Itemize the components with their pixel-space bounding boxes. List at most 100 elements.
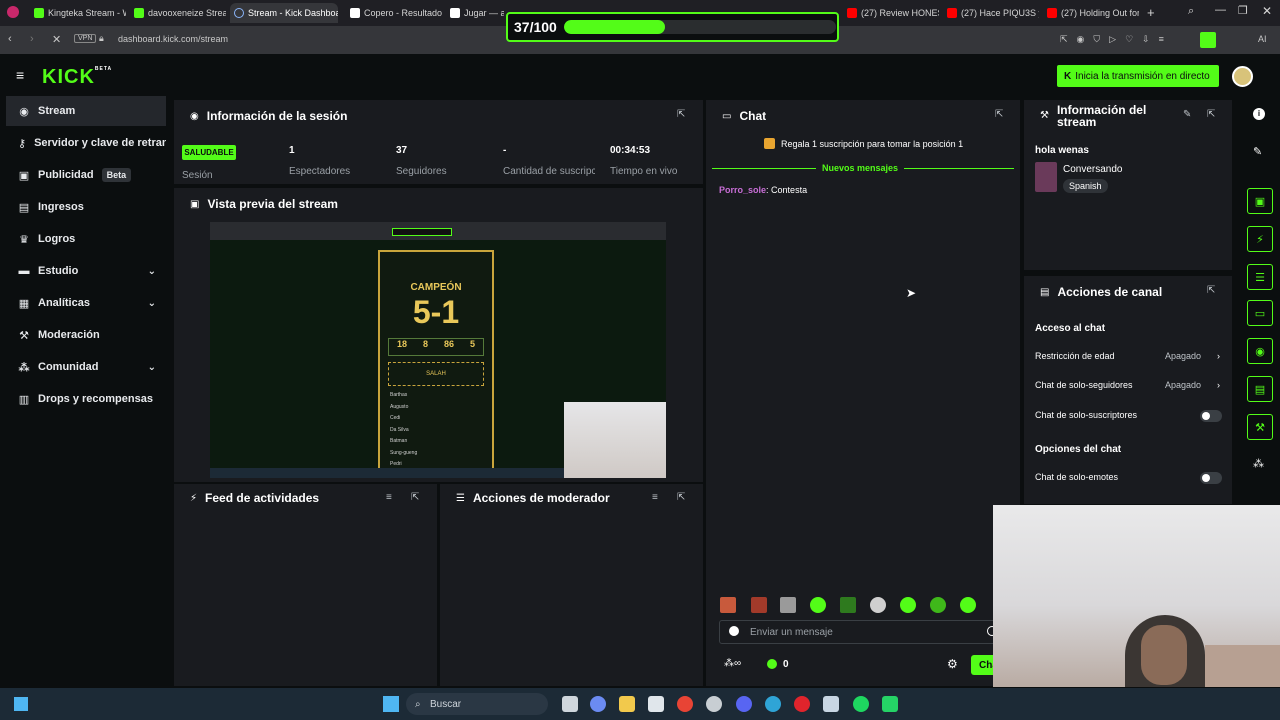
- browser-tab[interactable]: davooxeneize Stream: [130, 3, 226, 23]
- toolbar-users-icon[interactable]: ⁂: [1253, 457, 1264, 470]
- popout-icon[interactable]: ⇱: [1207, 285, 1215, 296]
- emote-icon[interactable]: [960, 597, 976, 613]
- wrench-icon: ⚒: [19, 329, 29, 342]
- opera-icon[interactable]: [794, 696, 810, 712]
- extension-icons[interactable]: ⇱◉⛉▷♡⇩≡: [1060, 34, 1173, 45]
- sidebar-item-drops[interactable]: ▥ Drops y recompensas: [6, 384, 166, 414]
- url-field[interactable]: dashboard.kick.com/stream: [118, 34, 228, 44]
- emote-icon[interactable]: [780, 597, 796, 613]
- windows-icon[interactable]: [14, 697, 28, 711]
- server-icon: ▤: [1040, 286, 1050, 298]
- copilot-icon[interactable]: [590, 696, 606, 712]
- emote-icon[interactable]: [840, 597, 856, 613]
- broadcast-icon: ◉: [190, 110, 199, 122]
- emote-icon[interactable]: [930, 597, 946, 613]
- toolbar-list-button[interactable]: ☰: [1247, 264, 1273, 290]
- bolt-icon: ⚡︎: [190, 492, 198, 504]
- popout-icon[interactable]: ⇱: [677, 492, 685, 503]
- edit-icon[interactable]: ✎: [1183, 109, 1191, 120]
- info-icon[interactable]: i: [1253, 108, 1265, 120]
- browser-tab[interactable]: (27) Holding Out for a: [1043, 3, 1139, 23]
- sidebar-item-achievements[interactable]: ♛ Logros: [6, 224, 166, 254]
- close-icon[interactable]: ✕: [1262, 4, 1272, 18]
- preview-taskbar: [210, 468, 564, 478]
- minimize-icon[interactable]: —: [1215, 4, 1226, 16]
- toolbar-server-button[interactable]: ▤: [1247, 376, 1273, 402]
- toolbar-wrench-button[interactable]: ⚒: [1247, 414, 1273, 440]
- sidebar-item-analytics[interactable]: ▦ Analíticas ⌄: [6, 288, 166, 318]
- kick-extension-icon[interactable]: [1200, 32, 1216, 48]
- start-icon[interactable]: [383, 696, 399, 712]
- avatar[interactable]: [1232, 66, 1253, 87]
- ai-label[interactable]: AI: [1258, 34, 1267, 44]
- users-icon[interactable]: ⁂∞: [724, 658, 741, 669]
- store-icon[interactable]: [648, 696, 664, 712]
- go-live-button[interactable]: K Inicia la transmisión en directo: [1057, 65, 1219, 87]
- toolbar-chat-button[interactable]: ▭: [1247, 300, 1273, 326]
- emote-icon[interactable]: [870, 597, 886, 613]
- toolbar-video-button[interactable]: ▣: [1247, 188, 1273, 214]
- chrome-icon[interactable]: [677, 696, 693, 712]
- discord-icon[interactable]: [736, 696, 752, 712]
- filter-icon[interactable]: ≡: [652, 492, 658, 503]
- lock-icon: 🔒︎: [99, 33, 104, 43]
- filter-icon[interactable]: ≡: [386, 492, 392, 503]
- search-icon[interactable]: ⌕: [1188, 5, 1194, 18]
- age-restriction-row[interactable]: Restricción de edad Apagado ›: [1035, 351, 1222, 361]
- browser-tab[interactable]: (27) Hace PIQU3S y: [943, 3, 1039, 23]
- file-explorer-icon[interactable]: [619, 696, 635, 712]
- sidebar-item-server-key[interactable]: ⚷Servidor y clave de retransmisión: [6, 128, 166, 158]
- edge-icon[interactable]: [765, 696, 781, 712]
- chat-input[interactable]: Enviar un mensaje: [719, 620, 1001, 644]
- forward-icon[interactable]: ›: [30, 33, 34, 45]
- emote-icon[interactable]: [751, 597, 767, 613]
- new-tab-icon[interactable]: +: [1147, 5, 1155, 20]
- chat-access-heading: Acceso al chat: [1035, 323, 1106, 334]
- maximize-icon[interactable]: ❐: [1238, 4, 1248, 17]
- sidebar-item-stream[interactable]: ◉ Stream: [6, 96, 166, 126]
- emotes-only-toggle[interactable]: [1200, 472, 1222, 484]
- emote-icon[interactable]: [720, 597, 736, 613]
- gift-banner[interactable]: Regala 1 suscripción para tomar la posic…: [764, 138, 963, 149]
- popout-icon[interactable]: ⇱: [995, 109, 1003, 120]
- popout-icon[interactable]: ⇱: [677, 109, 685, 120]
- chat-settings-icon[interactable]: ⚙: [947, 657, 958, 671]
- browser-tab-active[interactable]: Stream - Kick Dashboard: [230, 3, 338, 23]
- subscribers-only-toggle[interactable]: [1200, 410, 1222, 422]
- browser-logo-icon[interactable]: [7, 6, 19, 18]
- taskbar-search[interactable]: ⌕ Buscar: [406, 693, 548, 715]
- sidebar-item-studio[interactable]: ▬ Estudio ⌄: [6, 256, 166, 286]
- popout-icon[interactable]: ⇱: [411, 492, 419, 503]
- task-view-icon[interactable]: [562, 696, 578, 712]
- xbox-icon[interactable]: [706, 696, 722, 712]
- sidebar-item-community[interactable]: ⁂ Comunidad ⌄: [6, 352, 166, 382]
- toolbar-broadcast-button[interactable]: ◉: [1247, 338, 1273, 364]
- vpn-badge[interactable]: VPN: [74, 34, 97, 43]
- menu-icon[interactable]: ≡: [16, 67, 24, 83]
- sidebar-item-moderation[interactable]: ⚒ Moderación: [6, 320, 166, 350]
- champion-team: SALAH: [388, 362, 484, 386]
- stream-info-panel: ⚒ Información del stream ✎ ⇱ hola wenas C…: [1024, 100, 1232, 270]
- toolbar-bolt-button[interactable]: ⚡︎: [1247, 226, 1273, 252]
- loading-icon: [234, 8, 244, 18]
- chevron-right-icon: ›: [1217, 380, 1220, 390]
- sidebar-item-revenue[interactable]: ▤ Ingresos: [6, 192, 166, 222]
- sidebar-item-ads[interactable]: ▣ Publicidad Beta: [6, 160, 166, 190]
- stream-preview[interactable]: CAMPEÓN 5-1 18 8 86 5 SALAH Barthas Augusto…: [210, 222, 666, 478]
- whatsapp-icon[interactable]: [882, 696, 898, 712]
- steam-icon[interactable]: [823, 696, 839, 712]
- popout-icon[interactable]: ⇱: [1207, 109, 1215, 120]
- emote-icon[interactable]: [900, 597, 916, 613]
- browser-tab[interactable]: Jugar — ami: [446, 3, 504, 23]
- chat-username[interactable]: Porro_sole: [719, 185, 766, 195]
- emote-icon[interactable]: [810, 597, 826, 613]
- spotify-icon[interactable]: [853, 696, 869, 712]
- followers-only-row[interactable]: Chat de solo-seguidores Apagado ›: [1035, 380, 1222, 390]
- browser-tab[interactable]: Copero - Resultados,: [346, 3, 442, 23]
- pencil-icon[interactable]: ✎: [1253, 145, 1262, 158]
- browser-tab[interactable]: (27) Review HONESTA: [843, 3, 939, 23]
- back-icon[interactable]: ‹: [8, 33, 12, 45]
- browser-tab[interactable]: Kingteka Stream - Wa: [30, 3, 126, 23]
- kick-logo[interactable]: KICKBETA: [42, 66, 112, 89]
- reload-icon[interactable]: ✕: [52, 33, 61, 46]
